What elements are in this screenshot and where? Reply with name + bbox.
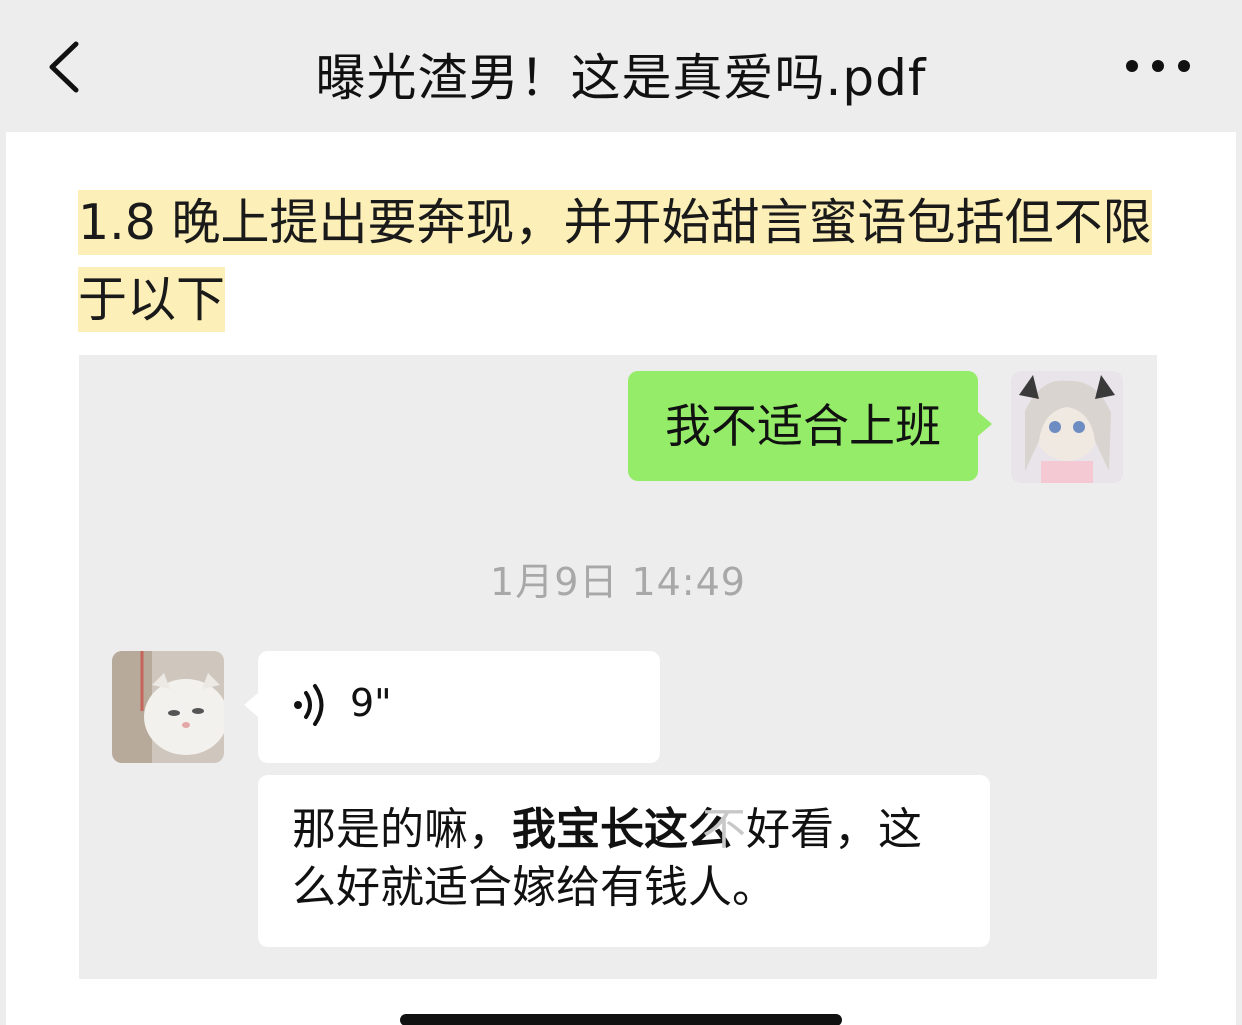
document-page: 1.8 晚上提出要奔现，并开始甜言蜜语包括但不限于以下 我不适合上班 1月9日 … [6, 132, 1236, 1025]
message-text-bold: 我宝长这么 [512, 804, 732, 855]
user-avatar [1011, 371, 1123, 483]
document-paragraph: 1.8 晚上提出要奔现，并开始甜言蜜语包括但不限于以下 [78, 184, 1168, 338]
voice-wave-icon [294, 684, 324, 726]
chat-timestamp: 1月9日 14:49 [490, 560, 746, 604]
contact-avatar [112, 651, 224, 763]
voice-duration: 9" [350, 681, 392, 725]
incoming-text-bubble: 那是的嘛，我宝长这么不好看，这么好就适合嫁给有钱人。 [258, 775, 990, 947]
more-dots-icon [1126, 60, 1138, 72]
more-options-button[interactable] [1126, 56, 1190, 76]
home-indicator[interactable] [400, 1014, 842, 1025]
highlighted-text: 1.8 晚上提出要奔现，并开始甜言蜜语包括但不限于以下 [78, 190, 1152, 332]
outgoing-message-bubble: 我不适合上班 [628, 371, 992, 481]
message-text-part1: 那是的嘛， [292, 804, 512, 855]
page-title: 曝光渣男！这是真爱吗.pdf [315, 49, 927, 107]
navigation-bar: 曝光渣男！这是真爱吗.pdf [0, 0, 1242, 132]
voice-message-bubble[interactable]: 9" [244, 651, 660, 763]
message-text-faint: 不 [702, 804, 746, 855]
chat-screenshot: 我不适合上班 1月9日 14:49 9" 那是的嘛，我宝长这么不好看，这么好就适… [79, 355, 1157, 979]
